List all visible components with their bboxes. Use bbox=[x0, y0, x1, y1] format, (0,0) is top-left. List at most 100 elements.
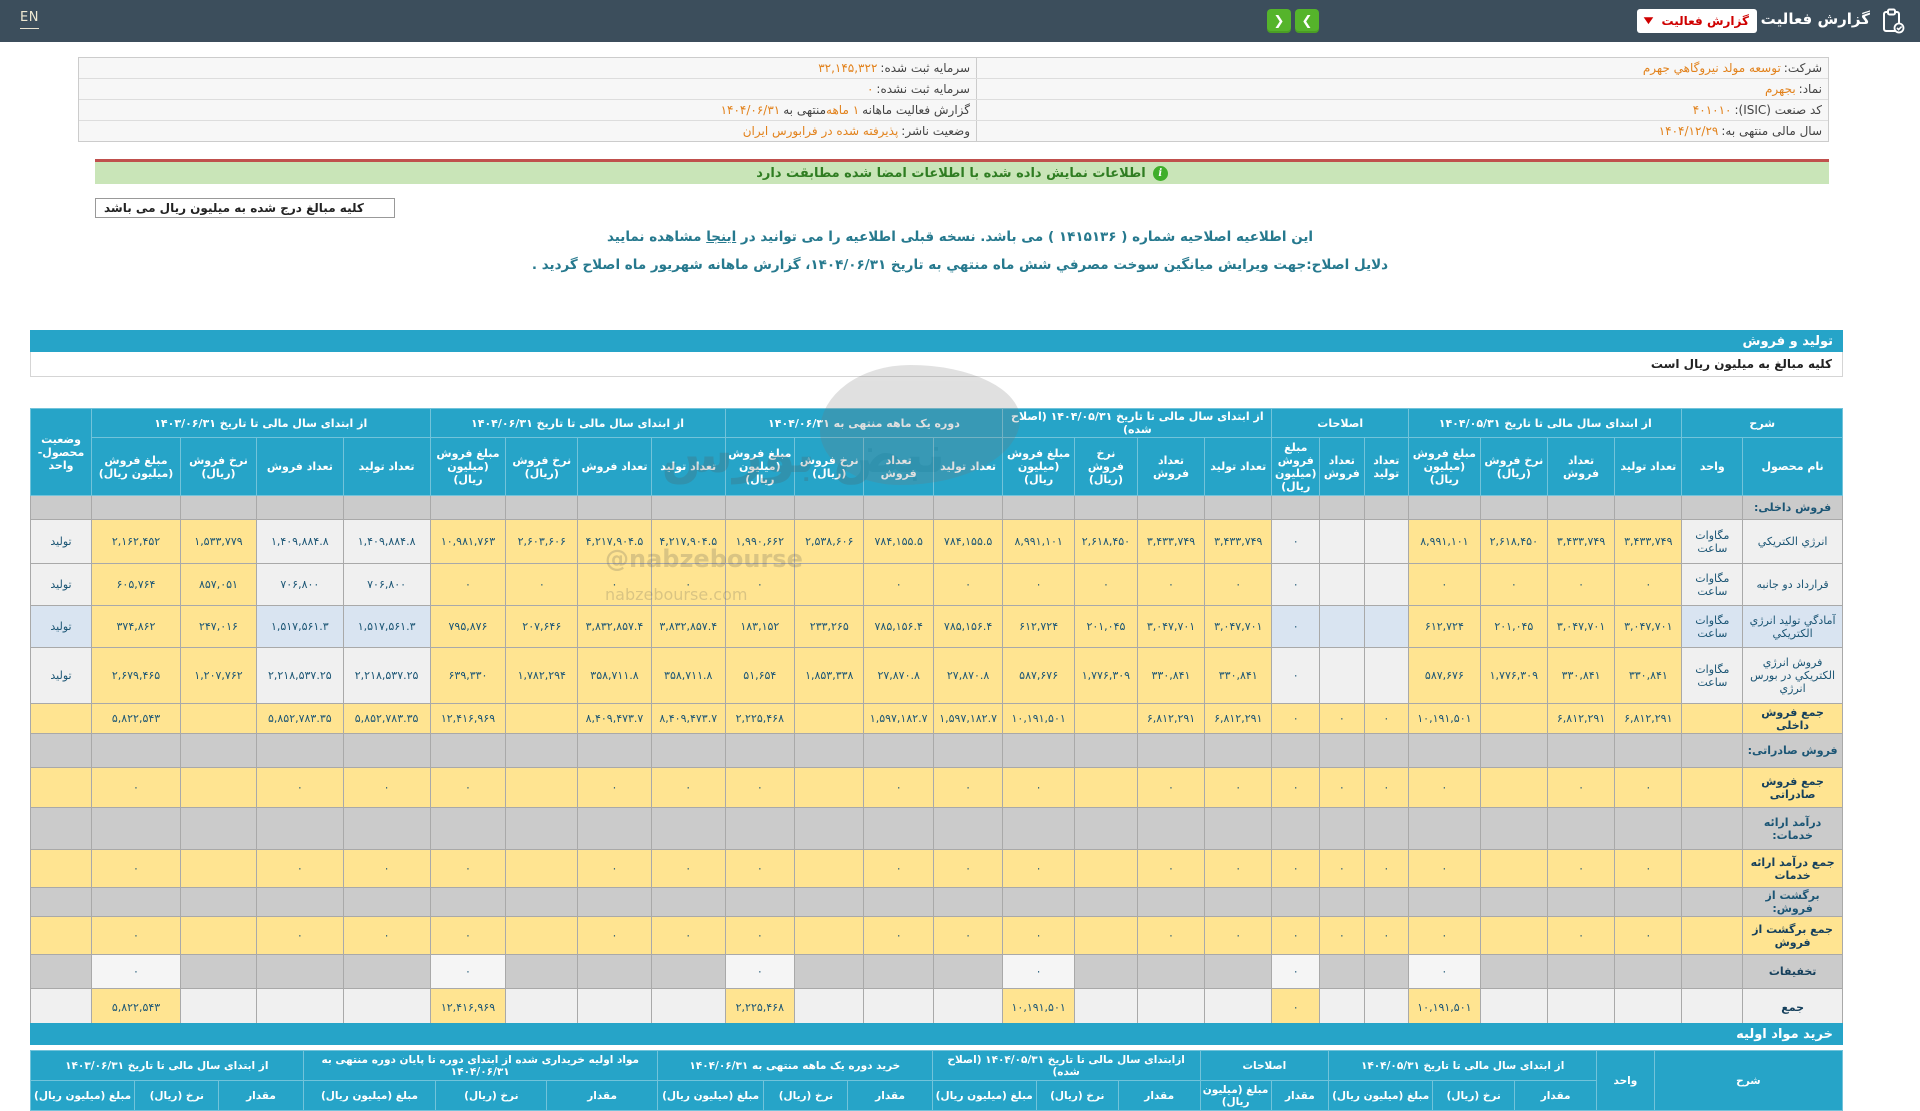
table-cell: تولید bbox=[30, 605, 92, 648]
column-header: نام محصول bbox=[1742, 437, 1843, 496]
table-cell: ۰ bbox=[429, 767, 507, 808]
column-header: مبلغ (میلیون ریال) bbox=[1199, 1080, 1272, 1111]
field-label: منتهی به bbox=[783, 103, 827, 117]
table-cell bbox=[1408, 733, 1481, 768]
table-cell: ۰ bbox=[1271, 647, 1321, 704]
column-header: تعداد فروش bbox=[863, 437, 934, 496]
table-cell: ۰ bbox=[1614, 916, 1683, 955]
table-cell: ۰ bbox=[650, 916, 726, 955]
table-cell: ۰ bbox=[932, 563, 1004, 606]
table-cell bbox=[1073, 807, 1138, 850]
table-cell bbox=[1363, 954, 1410, 989]
table-cell bbox=[1271, 807, 1321, 850]
row-label: جمع فروش داخلی bbox=[1742, 703, 1843, 734]
table-cell bbox=[505, 495, 579, 520]
table-cell bbox=[794, 988, 865, 1027]
table-cell: ۷۰۶,۸۰۰ bbox=[255, 563, 344, 606]
table-cell bbox=[1204, 887, 1273, 917]
table-cell: ۱۲,۴۱۶,۹۶۹ bbox=[429, 703, 507, 734]
field-value: ۴۰۱۰۱۰ bbox=[1692, 103, 1732, 117]
table-cell bbox=[650, 887, 726, 917]
table-cell: ۲,۶۰۳,۶۰۶ bbox=[505, 519, 579, 564]
table-cell: ۰ bbox=[577, 767, 652, 808]
table-cell bbox=[180, 703, 257, 734]
table-cell: ۰ bbox=[724, 916, 796, 955]
table-cell: ۰ bbox=[1319, 849, 1365, 888]
table-row: برگشت از فروش: bbox=[30, 887, 1843, 917]
table-cell: ۳,۰۴۷,۷۰۱ bbox=[1204, 605, 1273, 648]
table-cell: ۰ bbox=[342, 916, 431, 955]
column-header: شرح bbox=[1681, 408, 1843, 438]
table-cell bbox=[30, 988, 92, 1027]
field-label: کد صنعت (ISIC): bbox=[1734, 103, 1822, 117]
table-cell bbox=[505, 849, 579, 888]
table-cell bbox=[505, 988, 579, 1027]
table-cell: ۲,۶۱۸,۴۵۰ bbox=[1479, 519, 1548, 564]
table-cell bbox=[1614, 988, 1683, 1027]
table-cell: ۸,۹۹۱,۱۰۱ bbox=[1408, 519, 1481, 564]
table-cell bbox=[1363, 495, 1410, 520]
row-label: انرژي الکتریکي bbox=[1742, 519, 1843, 564]
table-cell: ۷۹۵,۸۷۶ bbox=[429, 605, 507, 648]
table-cell: ۳,۸۳۲,۸۵۷.۴ bbox=[577, 605, 652, 648]
table-cell: ۱,۷۷۶,۳۰۹ bbox=[1479, 647, 1548, 704]
language-switch-en[interactable]: EN bbox=[20, 10, 39, 29]
column-header: مبلغ فروش (میلیون ریال) bbox=[1002, 437, 1075, 496]
column-header: اصلاحات bbox=[1271, 408, 1410, 438]
table-cell bbox=[180, 988, 257, 1027]
table-cell bbox=[91, 733, 181, 768]
table-cell: ۰ bbox=[1546, 767, 1616, 808]
amendment-notice-suffix: مشاهده نمایید bbox=[606, 229, 707, 245]
table-cell: ۶۱۲,۷۲۴ bbox=[1408, 605, 1481, 648]
table-cell: ۲۰۷,۶۴۶ bbox=[505, 605, 579, 648]
table-cell bbox=[1681, 954, 1744, 989]
next-report-button[interactable]: ❯ bbox=[1295, 9, 1319, 33]
table-cell bbox=[1136, 887, 1206, 917]
table-cell bbox=[1204, 807, 1273, 850]
table-cell: ۰ bbox=[1271, 988, 1321, 1027]
table-cell bbox=[1479, 988, 1548, 1027]
table-row: جمع درآمد ارائه خدمات ۰ ۰ ۰ ۰ ۰ ۰ ۰ ۰ ۰ ۰ ۰ ۰ ۰ ۰ ۰ ۰ ۰ ۰ bbox=[30, 849, 1843, 888]
table-cell bbox=[1363, 733, 1410, 768]
report-type-select[interactable]: گزارش فعالیت ▼ bbox=[1637, 9, 1757, 33]
table-cell bbox=[1204, 495, 1273, 520]
table-cell bbox=[1136, 988, 1206, 1027]
table-cell: ۲,۶۱۸,۴۵۰ bbox=[1073, 519, 1138, 564]
previous-report-button[interactable]: ❮ bbox=[1267, 9, 1291, 33]
table-cell: ۰ bbox=[255, 849, 344, 888]
column-header: مقدار bbox=[218, 1080, 304, 1111]
table-cell: ۰ bbox=[577, 849, 652, 888]
table-cell bbox=[255, 495, 344, 520]
company-info-cell: کد صنعت (ISIC): ۴۰۱۰۱۰ bbox=[976, 100, 1828, 120]
table-cell bbox=[1363, 807, 1410, 850]
table-cell bbox=[863, 988, 934, 1027]
table-cell bbox=[1681, 849, 1744, 888]
chevron-left-icon: ❮ bbox=[1273, 13, 1285, 29]
table-cell bbox=[91, 495, 181, 520]
row-label: درآمد ارائه خدمات: bbox=[1742, 807, 1843, 850]
table-cell: ۳,۴۳۳,۷۴۹ bbox=[1614, 519, 1683, 564]
column-header: تعداد تولید bbox=[342, 437, 431, 496]
table-cell: ۰ bbox=[724, 767, 796, 808]
column-header: تعداد فروش bbox=[577, 437, 652, 496]
table-cell bbox=[794, 733, 865, 768]
company-info-cell: گزارش فعالیت ماهانه ۱ ماهه منتهی به ۱۴۰۴/۰… bbox=[79, 100, 976, 120]
amendment-notice: این اطلاعیه اصلاحیه شماره ( ۱۴۱۵۱۳۶ ) می… bbox=[0, 229, 1920, 245]
previous-version-link[interactable]: اینجا bbox=[706, 229, 736, 245]
column-header: نرخ (ریال) bbox=[435, 1080, 548, 1111]
table-cell bbox=[1319, 807, 1365, 850]
table-cell: ۰ bbox=[1204, 767, 1273, 808]
table-cell: ۱,۵۱۷,۵۶۱.۳ bbox=[255, 605, 344, 648]
field-label: شرکت: bbox=[1783, 61, 1822, 75]
table-cell: ۶,۸۱۲,۲۹۱ bbox=[1204, 703, 1273, 734]
table-cell: ۵۱,۶۵۴ bbox=[724, 647, 796, 704]
table-cell bbox=[1319, 954, 1365, 989]
column-header: تعداد فروش bbox=[255, 437, 344, 496]
table-cell bbox=[1204, 954, 1273, 989]
table-cell bbox=[1073, 849, 1138, 888]
table-cell: ۲,۲۱۸,۵۳۷.۲۵ bbox=[255, 647, 344, 704]
table-cell: ۰ bbox=[650, 767, 726, 808]
table-cell: ۲,۲۲۵,۴۶۸ bbox=[724, 988, 796, 1027]
table-cell: مگاوات ساعت bbox=[1681, 519, 1744, 564]
row-label: فروش داخلی: bbox=[1742, 495, 1843, 520]
